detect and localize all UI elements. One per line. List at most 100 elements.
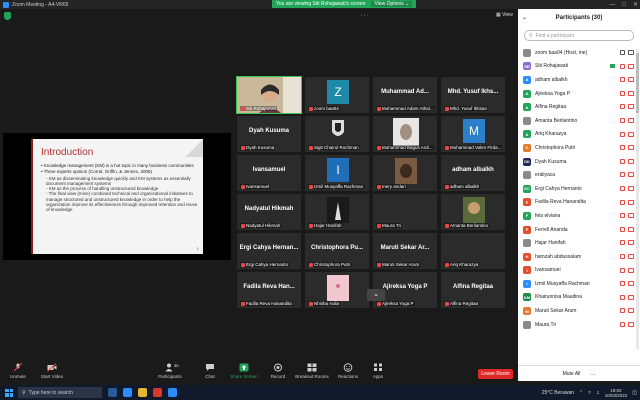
participant-status [620, 308, 634, 314]
video-tile[interactable]: Fadila Reva Han... Fadila Reva Hanandita [236, 271, 302, 309]
record-button[interactable]: Record [260, 363, 296, 379]
participant-row[interactable]: DK Dyah Kusuma [518, 155, 640, 169]
windows-start-icon[interactable] [5, 388, 13, 397]
participants-button[interactable]: 30 Participants [152, 363, 188, 379]
participant-row[interactable]: eraliyaca [518, 168, 640, 182]
participant-row[interactable]: Aadham albalkh [518, 73, 640, 87]
video-tile[interactable]: Nhisha Aulia [304, 271, 370, 309]
participant-row[interactable]: SR Siti Rohajawati [518, 60, 640, 74]
microphone-muted-icon [377, 145, 381, 150]
participant-row[interactable]: M Maruti Sekar Arum [518, 304, 640, 318]
video-tile[interactable]: Maura Tri [372, 193, 438, 231]
chrome-browser-icon[interactable] [153, 388, 162, 397]
windows-taskbar: ⚲ Type here to search 25°C Berawan ⌃ ≈ ♫… [0, 385, 640, 400]
notifications-icon[interactable]: ◫ [632, 390, 637, 396]
tile-name-label: Alfina Regitaa [444, 301, 480, 306]
slide-sub-bullet: - KM as disseminating knowledge quickly … [46, 175, 191, 186]
weather-widget[interactable]: 25°C Berawan [542, 390, 574, 396]
participant-row[interactable]: I Ivansamuel [518, 264, 640, 278]
video-tile[interactable]: mery andari [372, 154, 438, 192]
tile-name-label: Muhammad Adam Athal... [376, 106, 435, 111]
video-tile[interactable]: Ivansamuel Ivansamuel [236, 154, 302, 192]
video-tile[interactable]: Hajar Hanifah [304, 193, 370, 231]
participant-list-scrollbar[interactable] [636, 49, 639, 349]
participant-row[interactable]: A Alfina Regitaa [518, 100, 640, 114]
minimize-icon[interactable]: — [609, 2, 615, 8]
video-tile[interactable]: Nadyatul Hikmah Nadyatul Hikmah [236, 193, 302, 231]
tray-arrow-icon[interactable]: ⌃ [579, 390, 583, 396]
participant-row[interactable]: Amanta Berliantino [518, 114, 640, 128]
gallery-next-page-button[interactable]: ⌄ [367, 289, 385, 301]
taskbar-search-placeholder: Type here to search [28, 389, 73, 396]
unmute-button[interactable]: Unmute [0, 363, 36, 379]
microphone-muted-icon [309, 106, 313, 111]
microphone-muted-icon [377, 262, 381, 267]
security-shield-icon[interactable] [4, 12, 11, 20]
start-video-button[interactable]: Start Video [34, 363, 70, 379]
tile-name-label: Amanta Berliantino [444, 223, 490, 228]
participants-panel: ⌄ Participants (30) ⚲ Find a participant… [518, 9, 640, 381]
participant-row[interactable]: zoom baa04 (Host, me) [518, 46, 640, 60]
participant-row[interactable]: F Ferrell Ananda [518, 223, 640, 237]
video-tile[interactable]: Christophora Pu... Christophora Putri [304, 232, 370, 270]
participant-row[interactable]: I Izmil Musyaffa Rachman [518, 277, 640, 291]
video-tile[interactable]: Mhd. Yusuf Ikhs... Mhd. Yusuf Ikhsan [440, 76, 506, 114]
zoom-taskbar-icon[interactable] [168, 388, 177, 397]
participant-row[interactable]: EC Ergi Cahya Hernanto [518, 182, 640, 196]
video-tile[interactable]: Ergi Cahya Hernan... Ergi Cahya Hernanto [236, 232, 302, 270]
volume-icon[interactable]: ♫ [596, 390, 600, 396]
microphone-muted-icon [620, 90, 625, 96]
participant-search-input[interactable]: ⚲ Find a participant [524, 30, 634, 41]
participant-row[interactable]: Hhamzah abdussalam [518, 250, 640, 264]
view-button[interactable]: ▦ View [496, 12, 513, 18]
video-tile[interactable]: Ariq Kharazya [440, 232, 506, 270]
video-tile[interactable]: Muhammad Ad... Muhammad Adam Athal... [372, 76, 438, 114]
participant-name: Dyah Kusuma [535, 158, 567, 165]
participant-row[interactable]: Hajar Hanifah [518, 236, 640, 250]
video-tile[interactable]: Siti Rohajawati [236, 76, 302, 114]
close-icon[interactable]: ✕ [633, 1, 638, 8]
video-tile[interactable]: M Muhammad Valen Firda... [440, 115, 506, 153]
video-tile[interactable]: Maruti Sekar Ar... Maruti Sekar Arum [372, 232, 438, 270]
chevron-down-icon[interactable]: ⌄ [522, 14, 527, 21]
video-tile[interactable]: adham albalkh adham albalkh [440, 154, 506, 192]
file-explorer-icon[interactable] [138, 388, 147, 397]
drag-handle-icon[interactable]: ··· [360, 12, 370, 19]
video-tile[interactable]: Zzoom baa04 [304, 76, 370, 114]
leave-room-button[interactable]: Leave Room [478, 369, 513, 379]
chat-button[interactable]: Chat [192, 363, 228, 379]
microphone-muted-icon [620, 267, 625, 273]
apps-button[interactable]: Apps [360, 363, 396, 379]
unmute-label: Unmute [10, 374, 26, 379]
video-tile[interactable]: Sigit Chairul Rochman [304, 115, 370, 153]
record-label: Record [270, 374, 286, 379]
wifi-icon[interactable]: ≈ [588, 390, 591, 396]
more-options-button[interactable]: ... [590, 371, 595, 377]
video-tile[interactable]: I Izmil Musyaffa Rachman [304, 154, 370, 192]
breakout-rooms-button[interactable]: Breakout Rooms [294, 363, 330, 379]
video-tile[interactable]: Muhammad Bagus Ardi... [372, 115, 438, 153]
participant-row[interactable]: Maura Tri [518, 318, 640, 332]
microphone-muted-icon [620, 117, 625, 123]
view-options-button[interactable]: View Options ⌄ [371, 1, 413, 7]
participant-row[interactable]: A Ajireksa Yoga P [518, 87, 640, 101]
participant-row[interactable]: Ffela elviana [518, 209, 640, 223]
participant-row[interactable]: A Ariq Kharazya [518, 128, 640, 142]
video-off-icon [628, 308, 634, 314]
participant-row[interactable]: KM Khairunnisa Maudina [518, 291, 640, 305]
participant-row[interactable]: F Fadila Reva Hanandita [518, 196, 640, 210]
video-tile[interactable]: Alfina Regitaa Alfina Regitaa [440, 271, 506, 309]
video-tile[interactable]: Amanta Berliantino [440, 193, 506, 231]
mute-all-button[interactable]: Mute All [563, 371, 581, 377]
participant-row[interactable]: C Christophora Putri [518, 141, 640, 155]
taskbar-search-input[interactable]: ⚲ Type here to search [18, 387, 102, 398]
edge-browser-icon[interactable] [123, 388, 132, 397]
video-tile[interactable]: Dyah Kusuma Dyah Kusuma [236, 115, 302, 153]
clock[interactable]: 19:02 10/03/2022 [605, 388, 628, 398]
scrollbar-thumb[interactable] [636, 53, 639, 113]
tile-name-label: adham albalkh [444, 184, 481, 189]
microphone-muted-icon [620, 213, 625, 219]
maximize-icon[interactable]: □ [622, 2, 626, 8]
share-screen-button[interactable]: Share Screen [226, 363, 262, 379]
task-view-icon[interactable] [108, 388, 117, 397]
